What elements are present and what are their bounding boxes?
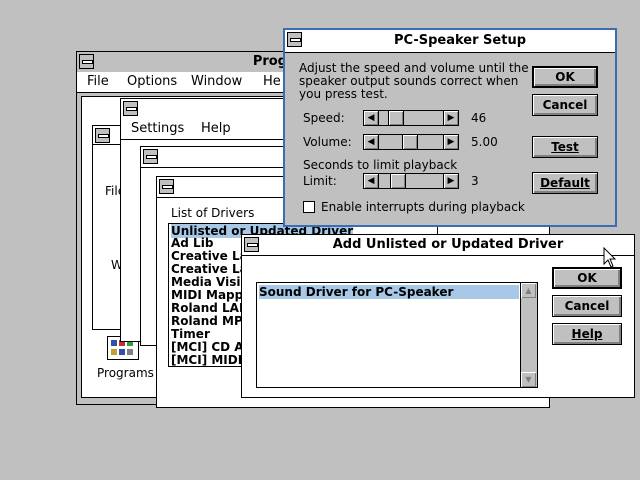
menu-help[interactable]: He — [263, 74, 281, 89]
list-item[interactable]: MIDI Mappe — [171, 288, 251, 302]
left-arrow-icon[interactable]: ◀ — [364, 111, 379, 125]
menu-window[interactable]: Window — [191, 74, 242, 89]
instructions-line: you press test. — [299, 87, 388, 101]
pc-speaker-setup-dialog: PC-Speaker Setup Adjust the speed and vo… — [283, 28, 617, 227]
speed-value: 46 — [471, 111, 487, 125]
programs-group-label: Programs — [97, 366, 154, 380]
left-arrow-icon[interactable]: ◀ — [364, 135, 379, 149]
system-menu-icon[interactable] — [159, 179, 174, 194]
menu-settings[interactable]: Settings — [131, 121, 184, 136]
pc-speaker-title: PC-Speaker Setup — [393, 33, 527, 48]
default-button[interactable]: Default — [532, 172, 598, 194]
right-arrow-icon[interactable]: ▶ — [443, 135, 458, 149]
add-driver-title: Add Unlisted or Updated Driver — [332, 237, 564, 252]
system-menu-icon[interactable] — [287, 32, 302, 47]
seconds-label: Seconds to limit playback — [303, 158, 458, 172]
pc-speaker-titlebar[interactable]: PC-Speaker Setup — [285, 30, 615, 53]
system-menu-icon[interactable] — [79, 54, 94, 69]
volume-slider-thumb[interactable] — [402, 135, 418, 149]
limit-slider-thumb[interactable] — [390, 174, 406, 188]
control-panel-menubar: Settings Help — [121, 119, 299, 140]
limit-value: 3 — [471, 174, 479, 188]
list-of-drivers-label: List of Drivers — [171, 206, 255, 220]
ok-button[interactable]: OK — [532, 66, 598, 88]
menu-options[interactable]: Options — [127, 74, 177, 89]
menu-file[interactable]: File — [87, 74, 109, 89]
interrupts-label: Enable interrupts during playback — [321, 200, 525, 214]
instructions-line: speaker output sounds correct when — [299, 74, 519, 88]
list-item[interactable]: Sound Driver for PC-Speaker — [259, 285, 519, 299]
add-driver-ok-button[interactable]: OK — [552, 267, 622, 289]
right-arrow-icon[interactable]: ▶ — [443, 174, 458, 188]
speed-label: Speed: — [303, 111, 345, 125]
scroll-down-icon[interactable]: ▼ — [521, 372, 536, 387]
speed-slider[interactable]: ◀ ▶ — [363, 110, 459, 126]
add-driver-listbox[interactable]: Sound Driver for PC-Speaker ▲ ▼ — [256, 282, 538, 388]
interrupts-checkbox[interactable] — [303, 201, 315, 213]
system-menu-icon[interactable] — [143, 149, 158, 164]
test-button[interactable]: Test — [532, 136, 598, 158]
speed-slider-thumb[interactable] — [388, 111, 404, 125]
instructions-line: Adjust the speed and volume until the — [299, 61, 529, 75]
volume-value: 5.00 — [471, 135, 498, 149]
system-menu-icon[interactable] — [123, 101, 138, 116]
limit-label: Limit: — [303, 174, 337, 188]
control-panel-titlebar[interactable] — [121, 99, 299, 120]
add-driver-scrollbar[interactable]: ▲ ▼ — [520, 283, 537, 387]
mouse-cursor-icon — [603, 247, 617, 268]
left-arrow-icon[interactable]: ◀ — [364, 174, 379, 188]
menu-help[interactable]: Help — [201, 121, 231, 136]
list-item[interactable]: [MCI] CD Au — [171, 340, 252, 354]
add-driver-dialog: Add Unlisted or Updated Driver Sound Dri… — [241, 234, 635, 398]
system-menu-icon[interactable] — [244, 237, 259, 252]
list-item[interactable]: Timer — [171, 327, 210, 341]
add-driver-cancel-button[interactable]: Cancel — [552, 295, 622, 317]
program-manager-menubar: File Options Window He — [77, 72, 295, 93]
system-menu-icon[interactable] — [95, 128, 110, 143]
scroll-up-icon[interactable]: ▲ — [521, 283, 536, 298]
volume-slider[interactable]: ◀ ▶ — [363, 134, 459, 150]
list-item[interactable]: Ad Lib — [171, 236, 213, 250]
limit-slider[interactable]: ◀ ▶ — [363, 173, 459, 189]
cancel-button[interactable]: Cancel — [532, 94, 598, 116]
program-manager-titlebar[interactable]: Prog — [77, 52, 295, 73]
add-driver-help-button[interactable]: Help — [552, 323, 622, 345]
program-manager-title: Prog — [252, 54, 287, 69]
volume-label: Volume: — [303, 135, 352, 149]
right-arrow-icon[interactable]: ▶ — [443, 111, 458, 125]
add-driver-titlebar[interactable]: Add Unlisted or Updated Driver — [242, 235, 634, 256]
